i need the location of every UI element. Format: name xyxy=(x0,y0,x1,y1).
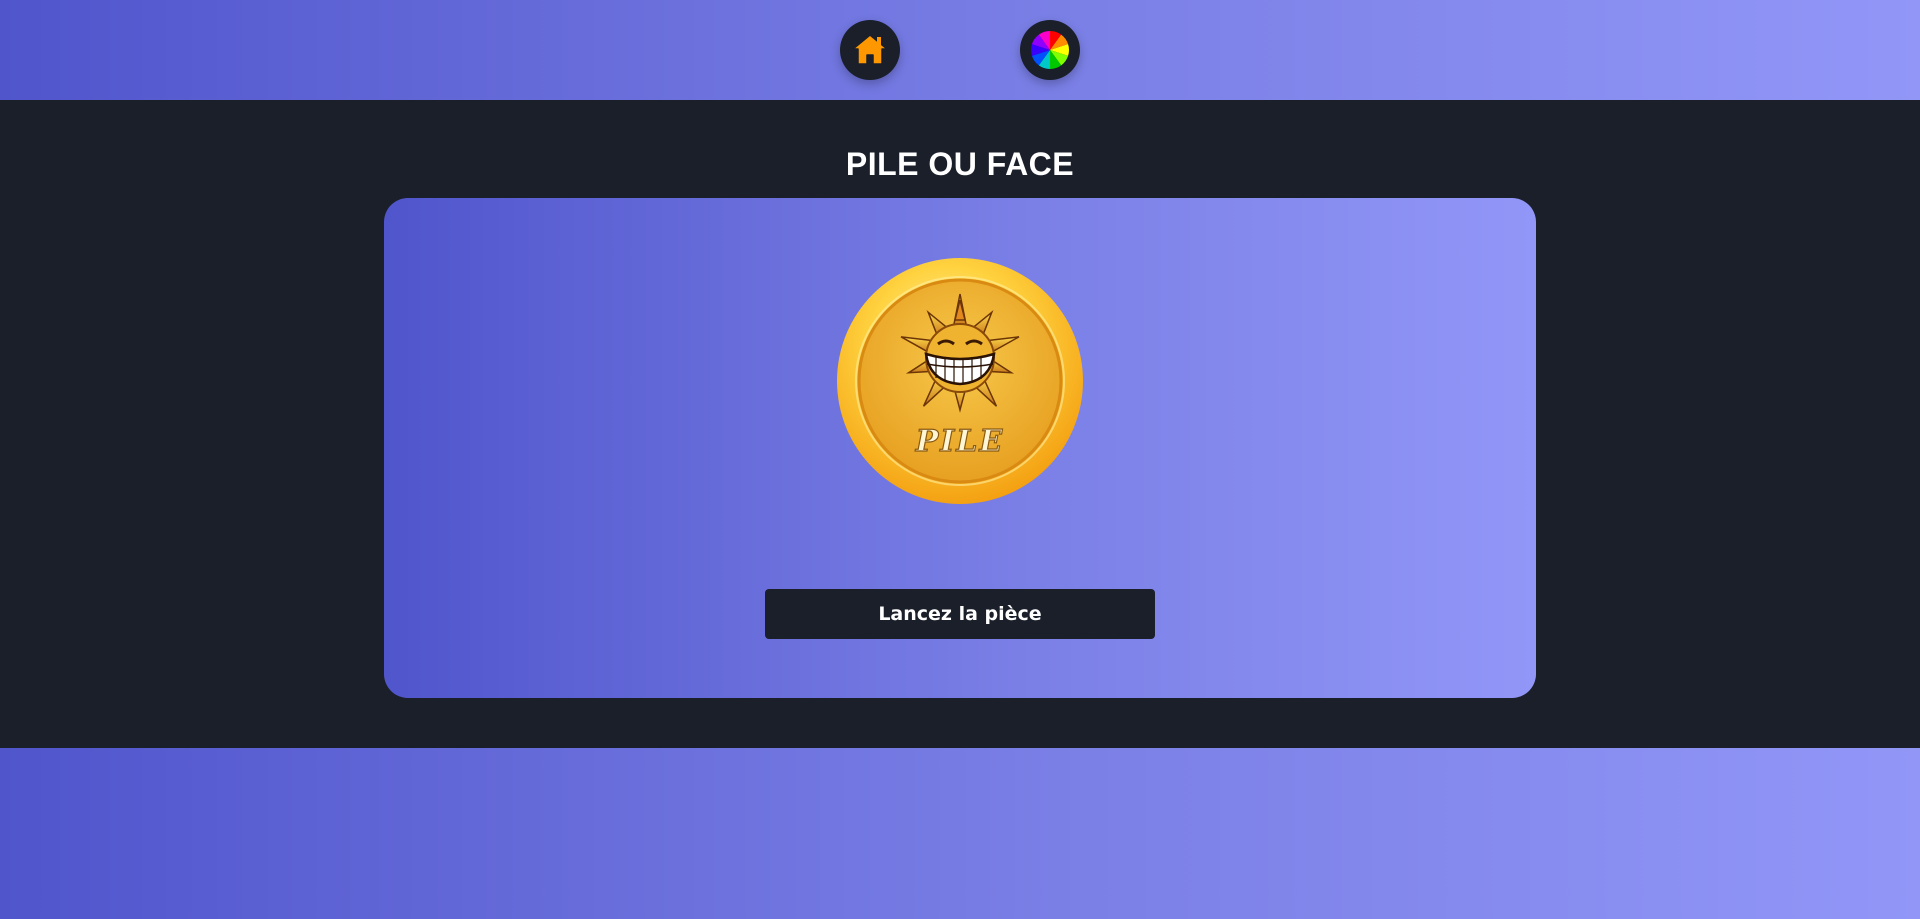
page-title: PILE OU FACE xyxy=(845,146,1075,182)
coin[interactable]: PILE xyxy=(836,256,1084,506)
home-icon xyxy=(852,34,888,65)
color-wheel-icon xyxy=(1031,31,1069,69)
coin-face-label: PILE xyxy=(915,424,1005,459)
top-nav-bar xyxy=(0,0,1920,100)
flip-coin-button[interactable]: Lancez la pièce xyxy=(765,589,1155,639)
color-wheel-button[interactable] xyxy=(1020,20,1080,80)
home-button[interactable] xyxy=(840,20,900,80)
